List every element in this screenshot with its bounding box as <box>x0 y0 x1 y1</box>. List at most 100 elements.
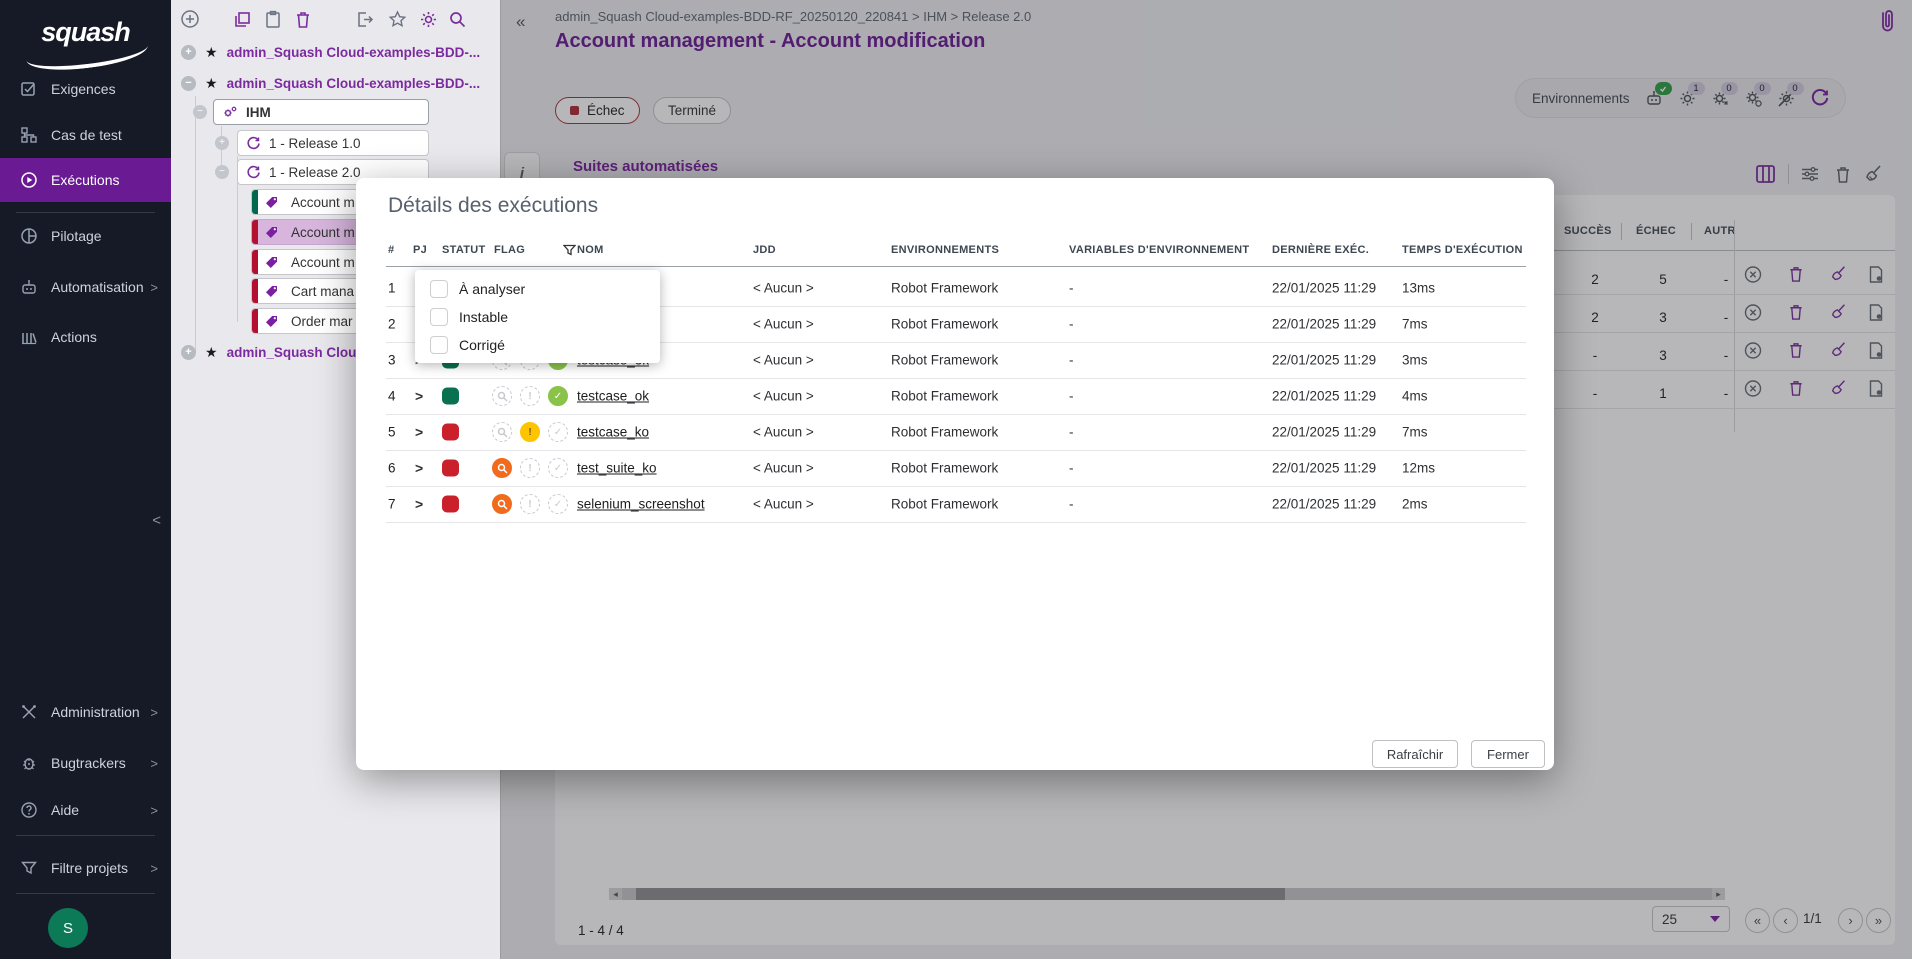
star-icon[interactable]: ★ <box>205 75 218 92</box>
sidebar-item-bugtrackers[interactable]: Bugtrackers > <box>0 741 171 785</box>
row-number: 1 <box>388 281 396 296</box>
sidebar-item-administration[interactable]: Administration > <box>0 690 171 734</box>
sidebar-item-filtre-projets[interactable]: Filtre projets > <box>0 846 171 890</box>
add-icon[interactable] <box>179 8 201 30</box>
environment-cell: Robot Framework <box>891 317 998 332</box>
refresh-button[interactable]: Rafraîchir <box>1372 740 1458 768</box>
sidebar-item-label: Exécutions <box>51 172 119 188</box>
sidebar-divider <box>16 893 155 894</box>
checkbox[interactable] <box>430 280 448 298</box>
squash-logo[interactable]: squash <box>0 8 171 56</box>
col-flag: FLAG <box>494 244 525 256</box>
collapse-icon[interactable]: − <box>193 105 207 119</box>
row-number: 2 <box>388 317 396 332</box>
execution-name-link[interactable]: testcase_ok <box>577 389 649 404</box>
row-number: 5 <box>388 425 396 440</box>
last-exec-cell: 22/01/2025 11:29 <box>1272 353 1376 368</box>
filter-option-instable[interactable]: Instable <box>415 303 660 331</box>
search-icon[interactable] <box>446 8 468 30</box>
filter-option-a-analyser[interactable]: À analyser <box>415 275 660 303</box>
sidebar-divider <box>16 212 155 213</box>
delete-icon[interactable] <box>292 8 314 30</box>
tree-node-release-1[interactable]: 1 - Release 1.0 <box>237 130 429 156</box>
copy-icon[interactable] <box>231 8 253 30</box>
leaf-label: Cart mana <box>291 284 354 299</box>
project-label: admin_Squash Cloud-examples-BDD-... <box>227 45 481 60</box>
collapse-icon[interactable]: − <box>181 76 196 91</box>
flag-unstable-icon[interactable]: ! <box>520 494 540 514</box>
flag-analyze-icon[interactable] <box>492 494 512 514</box>
last-exec-cell: 22/01/2025 11:29 <box>1272 425 1376 440</box>
col-vars: VARIABLES D'ENVIRONNEMENT <box>1069 244 1249 256</box>
star-icon[interactable]: ★ <box>205 44 218 61</box>
flag-unstable-icon[interactable]: ! <box>520 422 540 442</box>
tree-root-project[interactable]: − ★ admin_Squash Cloud-examples-BDD-... <box>181 75 480 92</box>
executions-details-dialog: Détails des exécutions # PJ STATUT FLAG … <box>356 178 1554 770</box>
env-variables-cell: - <box>1069 353 1074 368</box>
flag-fixed-icon[interactable]: ✓ <box>548 386 568 406</box>
expand-chevron-icon[interactable]: > <box>415 496 423 512</box>
tree-node-ihm[interactable]: IHM <box>213 99 429 125</box>
sidebar-item-actions[interactable]: Actions <box>0 315 171 359</box>
flag-analyze-icon[interactable] <box>492 458 512 478</box>
flag-filter-funnel-icon[interactable] <box>563 244 576 257</box>
paste-icon[interactable] <box>262 8 284 30</box>
leaf-label: Account m <box>291 225 355 240</box>
flag-unstable-icon[interactable]: ! <box>520 458 540 478</box>
flag-unstable-icon[interactable]: ! <box>520 386 540 406</box>
sidebar-item-exigences[interactable]: Exigences <box>0 67 171 111</box>
flag-analyze-icon[interactable] <box>492 422 512 442</box>
star-icon[interactable]: ★ <box>205 344 218 361</box>
collapse-icon[interactable]: − <box>215 165 229 179</box>
flag-fixed-icon[interactable]: ✓ <box>548 458 568 478</box>
export-icon[interactable] <box>354 8 376 30</box>
automation-robot-icon <box>20 278 38 296</box>
bug-icon <box>20 754 38 772</box>
checkbox[interactable] <box>430 308 448 326</box>
tag-icon <box>264 314 279 329</box>
execution-name-link[interactable]: testcase_ko <box>577 425 649 440</box>
row-number: 4 <box>388 389 396 404</box>
flag-analyze-icon[interactable] <box>492 386 512 406</box>
tag-icon <box>264 225 279 240</box>
execution-name-link[interactable]: test_suite_ko <box>577 461 657 476</box>
chevron-right-icon: > <box>150 705 158 720</box>
expand-chevron-icon[interactable]: > <box>415 460 423 476</box>
filter-option-label: À analyser <box>459 281 525 297</box>
sidebar-item-cas-de-test[interactable]: Cas de test <box>0 113 171 157</box>
col-num: # <box>388 244 394 256</box>
exec-time-cell: 7ms <box>1402 317 1428 332</box>
sidebar-item-label: Bugtrackers <box>51 755 126 771</box>
flag-fixed-icon[interactable]: ✓ <box>548 494 568 514</box>
execution-name-link[interactable]: selenium_screenshot <box>577 497 705 512</box>
filter-option-corrige[interactable]: Corrigé <box>415 331 660 359</box>
expand-chevron-icon[interactable]: > <box>415 388 423 404</box>
close-button-label: Fermer <box>1487 747 1529 762</box>
favorite-star-icon[interactable] <box>386 8 408 30</box>
col-env: ENVIRONNEMENTS <box>891 244 999 256</box>
chevron-right-icon: > <box>150 803 158 818</box>
sidebar-collapse-icon[interactable]: < <box>152 512 161 529</box>
sidebar-item-automatisation[interactable]: Automatisation > <box>0 265 171 309</box>
expand-chevron-icon[interactable]: > <box>415 424 423 440</box>
col-jdd: JDD <box>753 244 776 256</box>
settings-gear-icon[interactable] <box>417 8 439 30</box>
last-exec-cell: 22/01/2025 11:29 <box>1272 281 1376 296</box>
sidebar-item-executions[interactable]: Exécutions <box>0 158 171 202</box>
expand-icon[interactable]: + <box>215 136 229 150</box>
tree-root-project[interactable]: + ★ admin_Squash Cloud-examples-BDD-... <box>181 44 480 61</box>
flag-fixed-icon[interactable]: ✓ <box>548 422 568 442</box>
chevron-right-icon: > <box>150 280 158 295</box>
env-variables-cell: - <box>1069 461 1074 476</box>
sidebar-item-label: Automatisation <box>51 279 144 295</box>
checkbox[interactable] <box>430 336 448 354</box>
expand-icon[interactable]: + <box>181 45 196 60</box>
sidebar-item-pilotage[interactable]: Pilotage <box>0 214 171 258</box>
squash-app: squash Exigences Cas de test Exécutions … <box>0 0 1912 959</box>
expand-icon[interactable]: + <box>181 345 196 360</box>
sidebar-item-label: Pilotage <box>51 228 102 244</box>
execution-row: 5 > ! ✓ testcase_ko < Aucun > Robot Fram… <box>386 414 1526 451</box>
user-avatar[interactable]: S <box>48 908 88 948</box>
sidebar-item-aide[interactable]: Aide > <box>0 788 171 832</box>
close-button[interactable]: Fermer <box>1471 740 1545 768</box>
